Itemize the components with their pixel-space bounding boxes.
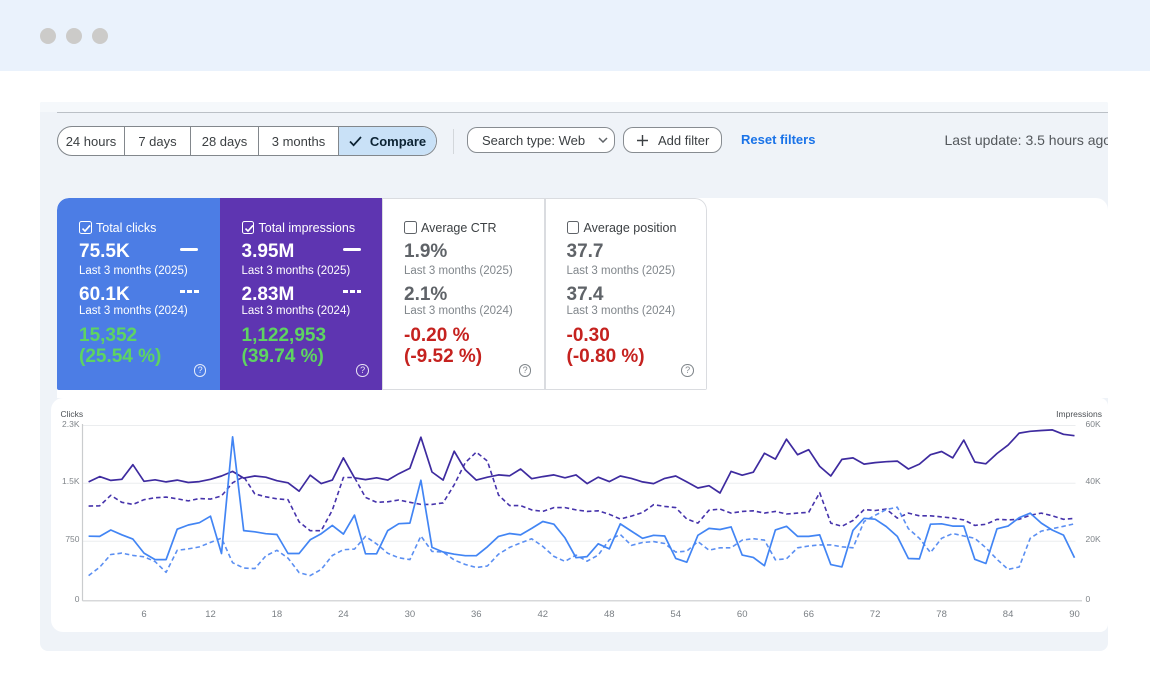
- svg-text:36: 36: [471, 609, 482, 620]
- svg-text:48: 48: [604, 609, 615, 620]
- svg-text:24: 24: [338, 609, 349, 620]
- svg-text:66: 66: [803, 609, 814, 620]
- svg-text:84: 84: [1003, 609, 1014, 620]
- svg-text:72: 72: [870, 609, 881, 620]
- svg-text:6: 6: [141, 609, 146, 620]
- svg-text:30: 30: [405, 609, 416, 620]
- svg-text:54: 54: [670, 609, 681, 620]
- svg-text:60: 60: [737, 609, 748, 620]
- svg-text:12: 12: [205, 609, 216, 620]
- svg-text:78: 78: [936, 609, 947, 620]
- svg-text:90: 90: [1069, 609, 1080, 620]
- svg-text:42: 42: [538, 609, 549, 620]
- svg-text:18: 18: [272, 609, 283, 620]
